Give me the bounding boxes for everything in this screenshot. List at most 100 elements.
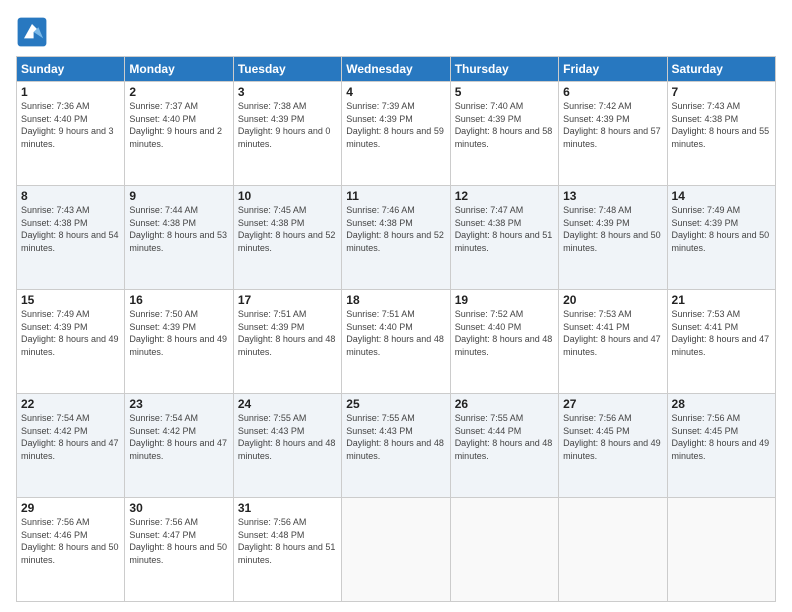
day-cell: 20Sunrise: 7:53 AMSunset: 4:41 PMDayligh… [559, 290, 667, 394]
day-number: 30 [129, 501, 228, 515]
day-cell [667, 498, 775, 602]
day-cell: 21Sunrise: 7:53 AMSunset: 4:41 PMDayligh… [667, 290, 775, 394]
day-detail: Sunrise: 7:56 AMSunset: 4:46 PMDaylight:… [21, 516, 120, 566]
day-number: 9 [129, 189, 228, 203]
day-cell: 1Sunrise: 7:36 AMSunset: 4:40 PMDaylight… [17, 82, 125, 186]
day-number: 28 [672, 397, 771, 411]
day-detail: Sunrise: 7:40 AMSunset: 4:39 PMDaylight:… [455, 100, 554, 150]
day-number: 22 [21, 397, 120, 411]
week-row-5: 29Sunrise: 7:56 AMSunset: 4:46 PMDayligh… [17, 498, 776, 602]
day-detail: Sunrise: 7:53 AMSunset: 4:41 PMDaylight:… [563, 308, 662, 358]
day-number: 29 [21, 501, 120, 515]
day-cell: 25Sunrise: 7:55 AMSunset: 4:43 PMDayligh… [342, 394, 450, 498]
day-detail: Sunrise: 7:52 AMSunset: 4:40 PMDaylight:… [455, 308, 554, 358]
day-number: 2 [129, 85, 228, 99]
day-cell: 6Sunrise: 7:42 AMSunset: 4:39 PMDaylight… [559, 82, 667, 186]
logo-icon [16, 16, 48, 48]
day-detail: Sunrise: 7:56 AMSunset: 4:47 PMDaylight:… [129, 516, 228, 566]
day-cell: 7Sunrise: 7:43 AMSunset: 4:38 PMDaylight… [667, 82, 775, 186]
day-cell: 17Sunrise: 7:51 AMSunset: 4:39 PMDayligh… [233, 290, 341, 394]
day-detail: Sunrise: 7:38 AMSunset: 4:39 PMDaylight:… [238, 100, 337, 150]
day-detail: Sunrise: 7:48 AMSunset: 4:39 PMDaylight:… [563, 204, 662, 254]
day-cell [559, 498, 667, 602]
header-cell-monday: Monday [125, 57, 233, 82]
day-cell: 8Sunrise: 7:43 AMSunset: 4:38 PMDaylight… [17, 186, 125, 290]
day-detail: Sunrise: 7:51 AMSunset: 4:40 PMDaylight:… [346, 308, 445, 358]
logo [16, 16, 52, 48]
day-number: 3 [238, 85, 337, 99]
day-number: 10 [238, 189, 337, 203]
day-cell: 16Sunrise: 7:50 AMSunset: 4:39 PMDayligh… [125, 290, 233, 394]
day-cell: 19Sunrise: 7:52 AMSunset: 4:40 PMDayligh… [450, 290, 558, 394]
day-cell: 28Sunrise: 7:56 AMSunset: 4:45 PMDayligh… [667, 394, 775, 498]
day-detail: Sunrise: 7:51 AMSunset: 4:39 PMDaylight:… [238, 308, 337, 358]
day-detail: Sunrise: 7:43 AMSunset: 4:38 PMDaylight:… [672, 100, 771, 150]
day-number: 6 [563, 85, 662, 99]
day-number: 8 [21, 189, 120, 203]
week-row-4: 22Sunrise: 7:54 AMSunset: 4:42 PMDayligh… [17, 394, 776, 498]
day-cell: 12Sunrise: 7:47 AMSunset: 4:38 PMDayligh… [450, 186, 558, 290]
header-row: SundayMondayTuesdayWednesdayThursdayFrid… [17, 57, 776, 82]
day-cell: 15Sunrise: 7:49 AMSunset: 4:39 PMDayligh… [17, 290, 125, 394]
day-detail: Sunrise: 7:56 AMSunset: 4:45 PMDaylight:… [672, 412, 771, 462]
day-cell: 9Sunrise: 7:44 AMSunset: 4:38 PMDaylight… [125, 186, 233, 290]
day-cell: 5Sunrise: 7:40 AMSunset: 4:39 PMDaylight… [450, 82, 558, 186]
day-detail: Sunrise: 7:56 AMSunset: 4:48 PMDaylight:… [238, 516, 337, 566]
day-number: 7 [672, 85, 771, 99]
day-detail: Sunrise: 7:36 AMSunset: 4:40 PMDaylight:… [21, 100, 120, 150]
day-detail: Sunrise: 7:55 AMSunset: 4:43 PMDaylight:… [346, 412, 445, 462]
day-number: 18 [346, 293, 445, 307]
day-number: 20 [563, 293, 662, 307]
day-detail: Sunrise: 7:44 AMSunset: 4:38 PMDaylight:… [129, 204, 228, 254]
day-number: 13 [563, 189, 662, 203]
week-row-1: 1Sunrise: 7:36 AMSunset: 4:40 PMDaylight… [17, 82, 776, 186]
calendar-table: SundayMondayTuesdayWednesdayThursdayFrid… [16, 56, 776, 602]
day-cell: 4Sunrise: 7:39 AMSunset: 4:39 PMDaylight… [342, 82, 450, 186]
week-row-2: 8Sunrise: 7:43 AMSunset: 4:38 PMDaylight… [17, 186, 776, 290]
day-cell: 24Sunrise: 7:55 AMSunset: 4:43 PMDayligh… [233, 394, 341, 498]
day-number: 11 [346, 189, 445, 203]
day-number: 24 [238, 397, 337, 411]
day-detail: Sunrise: 7:53 AMSunset: 4:41 PMDaylight:… [672, 308, 771, 358]
day-detail: Sunrise: 7:49 AMSunset: 4:39 PMDaylight:… [672, 204, 771, 254]
header-cell-sunday: Sunday [17, 57, 125, 82]
day-detail: Sunrise: 7:46 AMSunset: 4:38 PMDaylight:… [346, 204, 445, 254]
day-number: 12 [455, 189, 554, 203]
day-number: 17 [238, 293, 337, 307]
day-detail: Sunrise: 7:54 AMSunset: 4:42 PMDaylight:… [21, 412, 120, 462]
day-detail: Sunrise: 7:43 AMSunset: 4:38 PMDaylight:… [21, 204, 120, 254]
day-cell: 26Sunrise: 7:55 AMSunset: 4:44 PMDayligh… [450, 394, 558, 498]
day-number: 5 [455, 85, 554, 99]
header-cell-tuesday: Tuesday [233, 57, 341, 82]
day-number: 23 [129, 397, 228, 411]
day-detail: Sunrise: 7:42 AMSunset: 4:39 PMDaylight:… [563, 100, 662, 150]
day-cell: 11Sunrise: 7:46 AMSunset: 4:38 PMDayligh… [342, 186, 450, 290]
week-row-3: 15Sunrise: 7:49 AMSunset: 4:39 PMDayligh… [17, 290, 776, 394]
day-cell: 3Sunrise: 7:38 AMSunset: 4:39 PMDaylight… [233, 82, 341, 186]
day-cell: 10Sunrise: 7:45 AMSunset: 4:38 PMDayligh… [233, 186, 341, 290]
day-number: 16 [129, 293, 228, 307]
header-cell-friday: Friday [559, 57, 667, 82]
header [16, 16, 776, 48]
day-number: 26 [455, 397, 554, 411]
day-cell: 23Sunrise: 7:54 AMSunset: 4:42 PMDayligh… [125, 394, 233, 498]
day-number: 21 [672, 293, 771, 307]
day-cell: 29Sunrise: 7:56 AMSunset: 4:46 PMDayligh… [17, 498, 125, 602]
day-number: 31 [238, 501, 337, 515]
day-detail: Sunrise: 7:37 AMSunset: 4:40 PMDaylight:… [129, 100, 228, 150]
day-cell: 13Sunrise: 7:48 AMSunset: 4:39 PMDayligh… [559, 186, 667, 290]
day-cell [342, 498, 450, 602]
day-number: 15 [21, 293, 120, 307]
day-detail: Sunrise: 7:55 AMSunset: 4:44 PMDaylight:… [455, 412, 554, 462]
day-detail: Sunrise: 7:49 AMSunset: 4:39 PMDaylight:… [21, 308, 120, 358]
day-number: 25 [346, 397, 445, 411]
day-cell: 27Sunrise: 7:56 AMSunset: 4:45 PMDayligh… [559, 394, 667, 498]
day-detail: Sunrise: 7:56 AMSunset: 4:45 PMDaylight:… [563, 412, 662, 462]
day-cell: 22Sunrise: 7:54 AMSunset: 4:42 PMDayligh… [17, 394, 125, 498]
page: SundayMondayTuesdayWednesdayThursdayFrid… [0, 0, 792, 612]
day-number: 4 [346, 85, 445, 99]
day-number: 19 [455, 293, 554, 307]
day-number: 27 [563, 397, 662, 411]
day-cell: 14Sunrise: 7:49 AMSunset: 4:39 PMDayligh… [667, 186, 775, 290]
day-cell [450, 498, 558, 602]
